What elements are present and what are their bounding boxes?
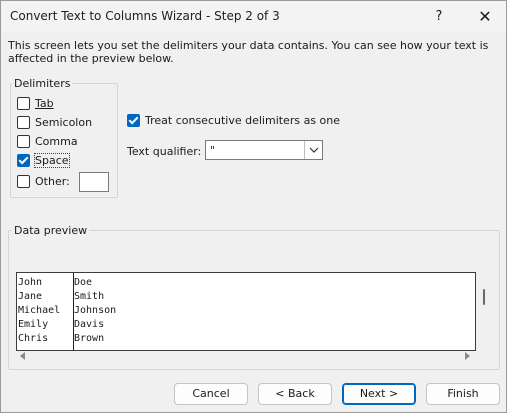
tab-checkbox-row[interactable]: Tab (17, 97, 54, 110)
text-qualifier-select[interactable]: " (205, 140, 323, 160)
treat-consecutive-label: Treat consecutive delimiters as one (145, 114, 341, 127)
next-button[interactable]: Next > (342, 383, 416, 405)
comma-checkbox-row[interactable]: Comma (17, 135, 78, 148)
comma-checkbox-label: Comma (35, 135, 78, 148)
tab-checkbox-label-text: Tab (35, 97, 54, 110)
other-checkbox-label: Other: (35, 175, 70, 188)
vertical-scrollbar[interactable] (483, 289, 485, 305)
other-checkbox[interactable] (17, 175, 30, 188)
semicolon-checkbox-row[interactable]: Semicolon (17, 116, 92, 129)
preview-cell: Chris (18, 333, 49, 344)
back-button[interactable]: < Back (258, 383, 332, 405)
data-preview-label: Data preview (12, 224, 90, 237)
preview-cell: Doe (74, 277, 93, 288)
tab-checkbox[interactable] (17, 97, 30, 110)
horizontal-scrollbar[interactable] (16, 349, 476, 363)
preview-cell: Emily (18, 319, 49, 330)
comma-checkbox[interactable] (17, 135, 30, 148)
chevron-down-icon[interactable] (304, 141, 322, 159)
scroll-left-icon[interactable] (20, 352, 25, 360)
preview-cell: Johnson (74, 305, 117, 316)
delimiters-group-label: Delimiters (12, 77, 73, 90)
wizard-dialog: Convert Text to Columns Wizard - Step 2 … (0, 0, 507, 413)
space-checkbox-row[interactable]: Space (17, 153, 70, 168)
preview-cell: Davis (74, 319, 105, 330)
tab-checkbox-label: Tab (35, 97, 54, 110)
data-preview-grid: John Jane Michael Emily Chris Doe Smith … (16, 272, 476, 351)
semicolon-checkbox[interactable] (17, 116, 30, 129)
treat-consecutive-checkbox[interactable] (127, 114, 140, 127)
other-delimiter-input[interactable] (79, 172, 109, 192)
text-qualifier-value: " (210, 144, 216, 157)
title-bar: Convert Text to Columns Wizard - Step 2 … (1, 1, 506, 32)
semicolon-checkbox-label: Semicolon (35, 116, 93, 129)
preview-cell: Smith (74, 291, 105, 302)
cancel-button[interactable]: Cancel (174, 383, 248, 405)
close-button[interactable]: ✕ (467, 3, 503, 31)
scroll-right-icon[interactable] (465, 352, 470, 360)
help-button[interactable]: ? (422, 3, 456, 31)
preview-column-1: John Jane Michael Emily Chris (18, 276, 60, 346)
preview-column-2: Doe Smith Johnson Davis Brown (74, 276, 116, 346)
space-checkbox-label: Space (34, 153, 70, 168)
space-checkbox[interactable] (17, 154, 30, 167)
other-checkbox-row[interactable]: Other: (17, 175, 70, 188)
finish-button[interactable]: Finish (426, 383, 500, 405)
preview-cell: Michael (18, 305, 61, 316)
preview-cell: John (18, 277, 43, 288)
preview-cell: Brown (74, 333, 105, 344)
text-qualifier-label: Text qualifier: (127, 145, 202, 158)
treat-consecutive-row[interactable]: Treat consecutive delimiters as one (127, 114, 340, 127)
instructions-text: This screen lets you set the delimiters … (8, 39, 489, 65)
preview-cell: Jane (18, 291, 43, 302)
window-title: Convert Text to Columns Wizard - Step 2 … (10, 9, 280, 23)
